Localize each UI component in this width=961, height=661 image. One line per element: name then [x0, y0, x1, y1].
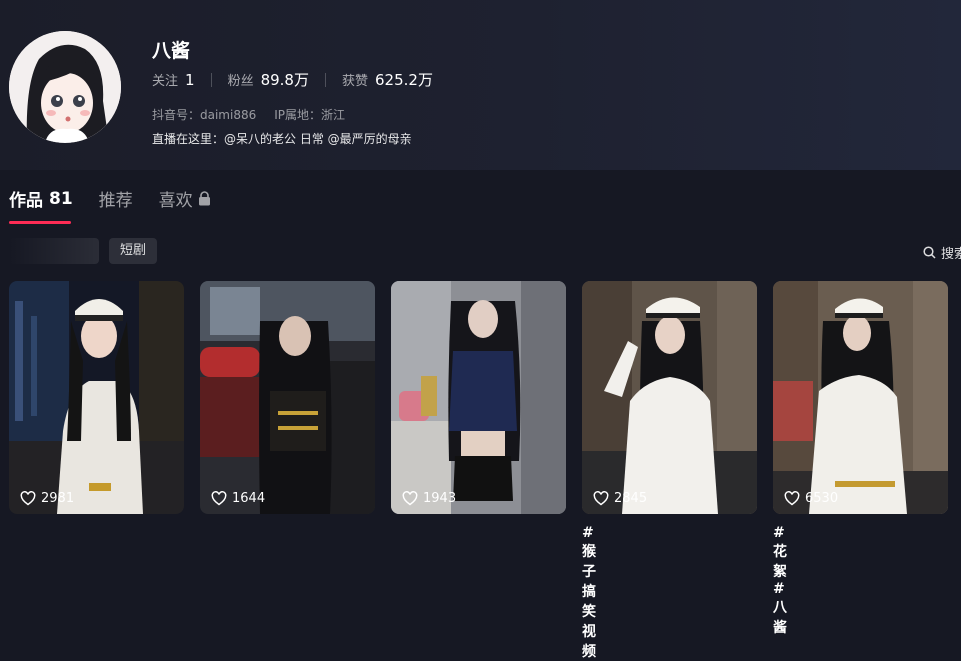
video-thumbnail	[9, 281, 184, 514]
likes-stat: 获赞 625.2万	[342, 69, 433, 90]
heart-icon	[211, 491, 227, 506]
avatar[interactable]	[9, 31, 121, 143]
video-card[interactable]: 6530	[773, 281, 948, 514]
followers-stat[interactable]: 粉丝 89.8万	[228, 69, 309, 90]
like-count-value: 2981	[41, 491, 75, 506]
tab-works[interactable]: 作品 81	[9, 186, 73, 212]
video-thumbnail	[391, 281, 566, 514]
lock-icon	[198, 191, 210, 206]
ip-location: IP属地：浙江	[274, 108, 346, 122]
video-thumbnail	[773, 281, 948, 514]
tab-recommended[interactable]: 推荐	[99, 186, 133, 211]
stat-divider	[324, 72, 326, 87]
likes-label: 获赞	[341, 74, 368, 89]
following-stat[interactable]: 关注 1	[152, 70, 195, 90]
video-caption[interactable]: #花絮 #八酱	[773, 525, 787, 637]
likes-total: 625.2万	[375, 71, 433, 89]
avatar-illustration	[9, 31, 121, 143]
heart-icon	[784, 491, 800, 506]
following-count: 1	[185, 70, 195, 89]
filter-chips: 短剧	[9, 238, 158, 264]
video-thumbnail	[200, 281, 375, 514]
like-count-value: 1644	[232, 491, 266, 506]
profile-bio: 直播在这里：@呆八的老公 日常 @最严厉的母亲	[152, 132, 412, 146]
heart-icon	[20, 491, 36, 506]
like-count: 2981	[20, 491, 74, 506]
followers-label: 粉丝	[227, 74, 254, 89]
tab-works-label: 作品	[9, 191, 43, 211]
like-count: 2845	[593, 491, 647, 506]
profile-meta: 抖音号：daimi886 IP属地：浙江	[152, 106, 363, 123]
followers-count: 89.8万	[260, 71, 309, 89]
tab-recommended-label: 推荐	[98, 191, 133, 211]
following-label: 关注	[152, 74, 179, 89]
active-tab-indicator	[9, 221, 71, 224]
like-count: 1943	[402, 491, 456, 506]
like-count-value: 2845	[614, 491, 648, 506]
profile-tabs: 作品 81 推荐 喜欢	[9, 186, 237, 211]
profile-name: 八酱	[152, 40, 191, 62]
video-caption[interactable]: #猴子搞笑视频	[582, 525, 596, 661]
douyin-id: 抖音号：daimi886	[152, 108, 257, 122]
search-button[interactable]: 搜索	[923, 243, 961, 262]
profile-header	[0, 0, 961, 170]
stat-divider	[210, 72, 212, 87]
tab-likes-label: 喜欢	[158, 191, 193, 211]
video-thumbnail	[582, 281, 757, 514]
tab-likes[interactable]: 喜欢	[159, 186, 211, 211]
like-count: 6530	[784, 491, 838, 506]
like-count-value: 6530	[805, 491, 839, 506]
filter-chip-short-drama[interactable]: 短剧	[109, 238, 158, 264]
search-icon	[923, 246, 936, 259]
heart-icon	[402, 491, 418, 506]
video-card[interactable]: 1943	[391, 281, 566, 514]
video-card[interactable]: 1644	[200, 281, 375, 514]
search-label: 搜索	[941, 247, 961, 262]
profile-stats: 关注 1 粉丝 89.8万 获赞 625.2万	[152, 69, 433, 90]
video-card[interactable]: 2845	[582, 281, 757, 514]
video-card[interactable]: 2981	[9, 281, 184, 514]
tab-works-count: 81	[49, 188, 73, 209]
like-count-value: 1943	[423, 491, 457, 506]
heart-icon	[593, 491, 609, 506]
filter-chip-faded[interactable]	[9, 238, 99, 264]
like-count: 1644	[211, 491, 265, 506]
